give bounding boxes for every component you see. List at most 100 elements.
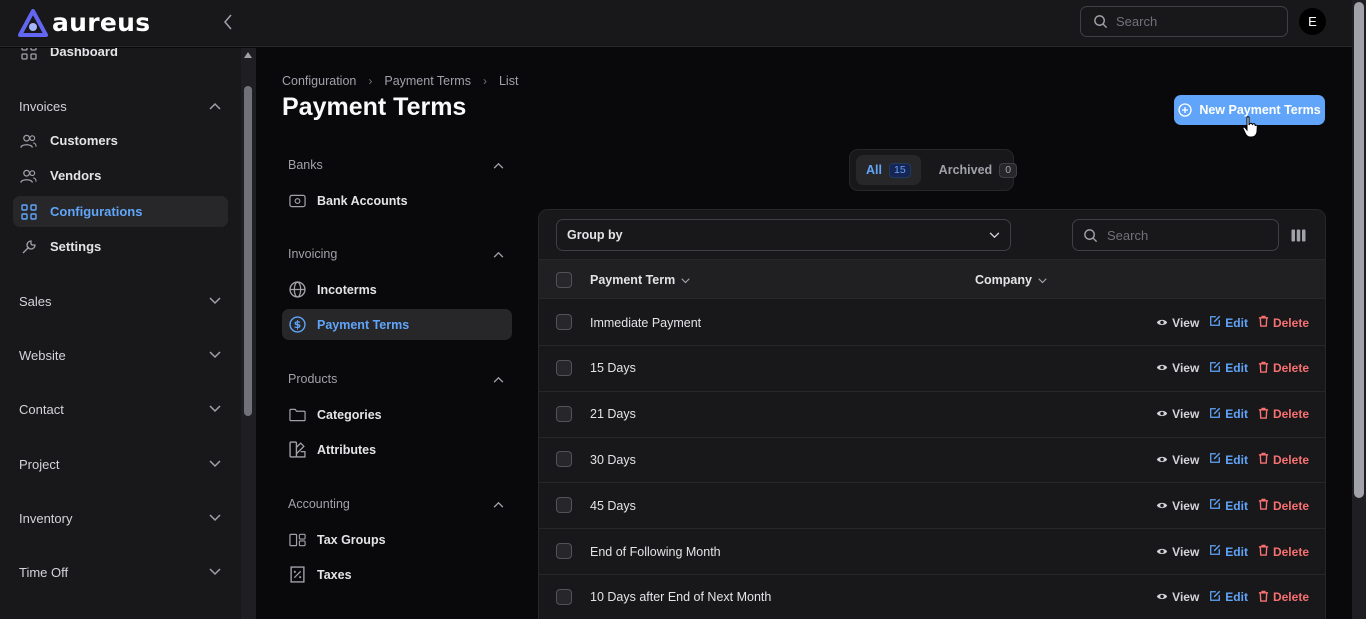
sidebar-item-label: Dashboard bbox=[50, 48, 118, 59]
delete-action[interactable]: Delete bbox=[1258, 407, 1309, 422]
sidebar-group-project[interactable]: Project bbox=[19, 453, 221, 475]
chevron-down-icon bbox=[681, 273, 690, 287]
table-row[interactable]: 10 Days after End of Next Month View Edit D… bbox=[539, 575, 1325, 619]
edit-action[interactable]: Edit bbox=[1209, 544, 1248, 559]
delete-action[interactable]: Delete bbox=[1258, 498, 1309, 513]
page-scrollbar[interactable] bbox=[1352, 0, 1366, 619]
table-row[interactable]: End of Following Month View Edit Delete bbox=[539, 529, 1325, 575]
row-checkbox[interactable] bbox=[556, 314, 572, 330]
subnav-item-bank-accounts[interactable]: Bank Accounts bbox=[282, 185, 512, 216]
table-row[interactable]: Immediate Payment View Edit Delete bbox=[539, 300, 1325, 346]
dollar-circle-icon: $ bbox=[289, 316, 306, 333]
row-checkbox[interactable] bbox=[556, 588, 572, 605]
column-header-payment-term[interactable]: Payment Term bbox=[590, 260, 690, 300]
subnav-item-incoterms[interactable]: Incoterms bbox=[282, 274, 512, 305]
table-row[interactable]: 15 Days View Edit Delete bbox=[539, 346, 1325, 392]
edit-action[interactable]: Edit bbox=[1209, 315, 1248, 330]
table-row[interactable]: 21 Days View Edit Delete bbox=[539, 392, 1325, 438]
edit-action[interactable]: Edit bbox=[1209, 452, 1248, 467]
trash-icon bbox=[1258, 544, 1269, 559]
table-row[interactable]: 45 Days View Edit Delete bbox=[539, 483, 1325, 530]
chevron-down-icon bbox=[989, 228, 1000, 242]
delete-action[interactable]: Delete bbox=[1258, 361, 1309, 376]
view-action[interactable]: View bbox=[1156, 590, 1199, 604]
receipt-percent-icon bbox=[289, 566, 306, 583]
scroll-up-arrow-icon[interactable] bbox=[244, 52, 252, 58]
subnav-item-categories[interactable]: Categories bbox=[282, 399, 512, 430]
row-checkbox[interactable] bbox=[556, 497, 572, 514]
delete-action[interactable]: Delete bbox=[1258, 452, 1309, 467]
view-action[interactable]: View bbox=[1156, 545, 1199, 559]
subnav-item-label: Incoterms bbox=[317, 282, 377, 297]
delete-action[interactable]: Delete bbox=[1258, 544, 1309, 559]
delete-action[interactable]: Delete bbox=[1258, 590, 1309, 605]
global-search[interactable] bbox=[1080, 6, 1288, 37]
svg-text:$: $ bbox=[294, 318, 301, 331]
logo[interactable]: aureus bbox=[18, 8, 150, 37]
tab-all[interactable]: All 15 bbox=[856, 155, 921, 185]
table-search[interactable] bbox=[1072, 219, 1279, 251]
breadcrumb-payment-terms[interactable]: Payment Terms bbox=[384, 74, 471, 88]
row-actions: View Edit Delete bbox=[1156, 346, 1309, 391]
page-scrollbar-thumb[interactable] bbox=[1354, 2, 1364, 498]
sidebar-item-customers[interactable]: Customers bbox=[13, 125, 228, 156]
row-checkbox[interactable] bbox=[556, 405, 572, 422]
subnav-group-products[interactable]: Products bbox=[288, 369, 504, 389]
edit-label: Edit bbox=[1225, 544, 1248, 559]
chevron-up-icon bbox=[493, 497, 504, 511]
columns-toggle-icon[interactable] bbox=[1290, 227, 1306, 243]
sidebar-item-configurations[interactable]: Configurations bbox=[13, 196, 228, 227]
sidebar-scrollbar[interactable] bbox=[241, 48, 256, 619]
table-search-input[interactable] bbox=[1107, 227, 1257, 243]
view-action[interactable]: View bbox=[1156, 499, 1199, 513]
subnav-group-accounting[interactable]: Accounting bbox=[288, 494, 504, 514]
sidebar-group-invoices[interactable]: Invoices bbox=[19, 95, 221, 117]
subnav-item-attributes[interactable]: Attributes bbox=[282, 434, 512, 465]
chevron-left-icon bbox=[224, 14, 232, 30]
avatar[interactable]: E bbox=[1299, 8, 1326, 35]
row-checkbox[interactable] bbox=[556, 451, 572, 468]
view-label: View bbox=[1172, 544, 1200, 559]
view-action[interactable]: View bbox=[1156, 316, 1199, 330]
select-all-checkbox[interactable] bbox=[556, 272, 572, 288]
view-action[interactable]: View bbox=[1156, 407, 1199, 421]
delete-action[interactable]: Delete bbox=[1258, 315, 1309, 330]
subnav-item-payment-terms[interactable]: $ Payment Terms bbox=[282, 309, 512, 340]
row-actions: View Edit Delete bbox=[1156, 392, 1309, 437]
column-header-company[interactable]: Company bbox=[975, 260, 1047, 300]
edit-icon bbox=[1209, 590, 1221, 605]
view-action[interactable]: View bbox=[1156, 453, 1199, 467]
subnav-group-label: Invoicing bbox=[288, 247, 338, 261]
sidebar-group-sales[interactable]: Sales bbox=[19, 290, 221, 312]
table-row[interactable]: 30 Days View Edit Delete bbox=[539, 437, 1325, 484]
global-search-input[interactable] bbox=[1116, 14, 1266, 29]
sidebar-item-dashboard[interactable]: Dashboard bbox=[13, 48, 228, 67]
edit-action[interactable]: Edit bbox=[1209, 407, 1248, 422]
subnav-item-tax-groups[interactable]: Tax Groups bbox=[282, 524, 512, 555]
edit-action[interactable]: Edit bbox=[1209, 590, 1248, 605]
row-checkbox[interactable] bbox=[556, 359, 572, 376]
chevron-up-icon bbox=[493, 372, 504, 386]
sidebar-group-contact[interactable]: Contact bbox=[19, 398, 221, 420]
edit-action[interactable]: Edit bbox=[1209, 361, 1248, 376]
column-label: Payment Term bbox=[590, 273, 676, 287]
view-action[interactable]: View bbox=[1156, 361, 1199, 375]
group-by-select[interactable]: Group by bbox=[556, 219, 1011, 251]
sidebar-group-time-off[interactable]: Time Off bbox=[19, 561, 221, 583]
subnav-group-invoicing[interactable]: Invoicing bbox=[288, 244, 504, 264]
collapse-sidebar-button[interactable] bbox=[220, 12, 236, 32]
sidebar-group-website[interactable]: Website bbox=[19, 344, 221, 366]
row-checkbox[interactable] bbox=[556, 543, 572, 559]
tab-archived[interactable]: Archived 0 bbox=[929, 155, 1028, 185]
sidebar-item-settings[interactable]: Settings bbox=[13, 231, 228, 262]
breadcrumb-configuration[interactable]: Configuration bbox=[282, 74, 356, 88]
sidebar-group-inventory[interactable]: Inventory bbox=[19, 507, 221, 529]
eye-icon bbox=[1156, 499, 1168, 513]
edit-icon bbox=[1209, 315, 1221, 330]
sidebar-scrollbar-thumb[interactable] bbox=[244, 86, 252, 416]
subnav-group-banks[interactable]: Banks bbox=[288, 155, 504, 175]
subnav-item-taxes[interactable]: Taxes bbox=[282, 559, 512, 590]
wrench-icon bbox=[20, 238, 37, 255]
edit-action[interactable]: Edit bbox=[1209, 498, 1248, 513]
sidebar-item-vendors[interactable]: Vendors bbox=[13, 160, 228, 191]
